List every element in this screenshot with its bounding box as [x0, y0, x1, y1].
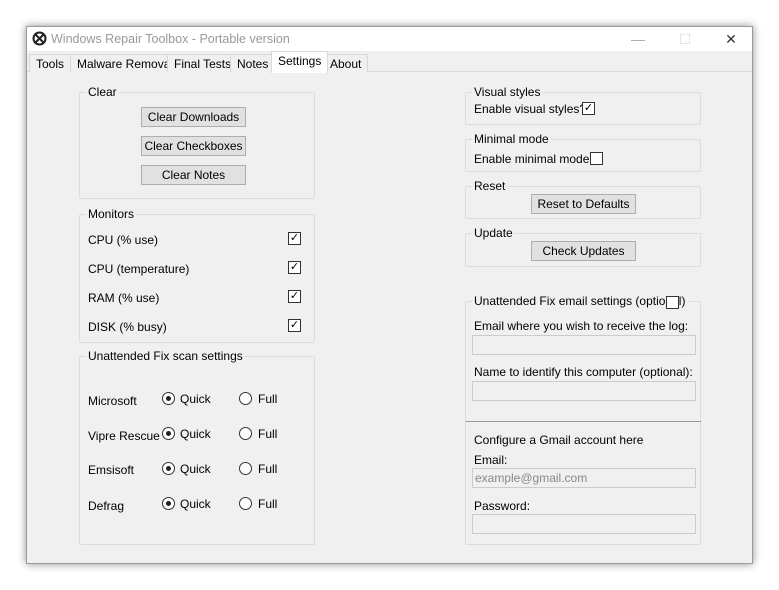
tab-settings[interactable]: Settings: [271, 51, 329, 73]
quick-radio[interactable]: [162, 462, 175, 475]
password-input[interactable]: [472, 514, 696, 534]
clear-downloads-button[interactable]: Clear Downloads: [141, 107, 246, 127]
minimal-mode-checkbox[interactable]: [590, 152, 603, 165]
quick-label: Quick: [180, 427, 211, 441]
full-radio[interactable]: [239, 427, 252, 440]
monitor-disk-checkbox[interactable]: ✓: [288, 319, 301, 332]
tab-about[interactable]: About: [323, 54, 369, 72]
minimal-mode-label: Enable minimal mode?: [474, 152, 597, 166]
minimal-mode-title: Minimal mode: [472, 132, 551, 146]
full-label: Full: [258, 427, 278, 441]
email-settings-checkbox[interactable]: [666, 296, 679, 309]
full-radio[interactable]: [239, 497, 252, 510]
window-title: Windows Repair Toolbox - Portable versio…: [51, 32, 290, 46]
monitor-ram-label: RAM (% use): [88, 291, 160, 305]
gear-app-icon: [32, 31, 47, 46]
minimize-button[interactable]: —: [623, 29, 653, 49]
gmail-email-input[interactable]: example@gmail.com: [472, 468, 696, 488]
visual-styles-title: Visual styles: [472, 85, 543, 99]
reset-title: Reset: [472, 179, 508, 193]
quick-label: Quick: [180, 497, 211, 511]
reset-defaults-button[interactable]: Reset to Defaults: [531, 194, 636, 214]
full-radio[interactable]: [239, 462, 252, 475]
computer-name-label: Name to identify this computer (optional…: [474, 365, 693, 379]
scan-row-label: Microsoft: [88, 394, 137, 408]
clear-notes-button[interactable]: Clear Notes: [141, 165, 246, 185]
email-settings-title-text: Unattended Fix email settings (optional): [474, 294, 686, 308]
quick-label: Quick: [180, 462, 211, 476]
quick-label: Quick: [180, 392, 211, 406]
tab-tools[interactable]: Tools: [29, 54, 72, 72]
quick-radio[interactable]: [162, 497, 175, 510]
tab-bar: Tools Malware Removal Final Tests Notes …: [27, 51, 752, 73]
scan-row-label: Defrag: [88, 499, 125, 513]
monitor-cpu-use-checkbox[interactable]: ✓: [288, 232, 301, 245]
quick-radio[interactable]: [162, 427, 175, 440]
tab-malware-removal[interactable]: Malware Removal: [70, 54, 181, 72]
reset-group: Reset Reset to Defaults: [465, 179, 701, 219]
update-title: Update: [472, 226, 515, 240]
full-label: Full: [258, 392, 278, 406]
full-label: Full: [258, 462, 278, 476]
scan-row-label: Emsisoft: [88, 463, 135, 477]
email-settings-title: Unattended Fix email settings (optional): [472, 294, 690, 308]
scan-settings-title: Unattended Fix scan settings: [86, 349, 245, 363]
gmail-heading: Configure a Gmail account here: [474, 433, 644, 447]
title-bar: Windows Repair Toolbox - Portable versio…: [27, 27, 752, 51]
close-button[interactable]: ✕: [716, 29, 746, 49]
maximize-button[interactable]: ☐: [670, 29, 700, 49]
monitor-cpu-use-label: CPU (% use): [88, 233, 159, 247]
update-group: Update Check Updates: [465, 226, 701, 267]
tab-final-tests[interactable]: Final Tests: [167, 54, 239, 72]
full-label: Full: [258, 497, 278, 511]
visual-styles-group: Visual styles Enable visual styles? ✓: [465, 85, 701, 125]
receive-email-label: Email where you wish to receive the log:: [474, 319, 689, 333]
receive-email-input[interactable]: [472, 335, 696, 355]
visual-styles-checkbox[interactable]: ✓: [582, 102, 595, 115]
monitors-group-title: Monitors: [86, 207, 137, 221]
monitor-ram-checkbox[interactable]: ✓: [288, 290, 301, 303]
computer-name-input[interactable]: [472, 381, 696, 401]
gmail-email-label: Email:: [474, 453, 508, 467]
tab-notes[interactable]: Notes: [230, 54, 276, 72]
minimal-mode-group: Minimal mode Enable minimal mode?: [465, 132, 701, 172]
password-label: Password:: [474, 499, 531, 513]
scan-settings-group: Unattended Fix scan settings Microsoft Q…: [79, 349, 315, 545]
monitors-group: Monitors CPU (% use) ✓ CPU (temperature)…: [79, 207, 315, 343]
clear-checkboxes-button[interactable]: Clear Checkboxes: [141, 136, 246, 156]
scan-row-label: Vipre Rescue: [88, 429, 160, 443]
monitor-cpu-temp-checkbox[interactable]: ✓: [288, 261, 301, 274]
check-updates-button[interactable]: Check Updates: [531, 241, 636, 261]
email-settings-group: Unattended Fix email settings (optional)…: [465, 294, 701, 545]
monitor-disk-label: DISK (% busy): [88, 320, 167, 334]
clear-group: Clear Clear Downloads Clear Checkboxes C…: [79, 85, 315, 199]
divider: [466, 421, 701, 422]
clear-group-title: Clear: [86, 85, 119, 99]
visual-styles-label: Enable visual styles?: [474, 102, 587, 116]
full-radio[interactable]: [239, 392, 252, 405]
quick-radio[interactable]: [162, 392, 175, 405]
monitor-cpu-temp-label: CPU (temperature): [88, 262, 190, 276]
